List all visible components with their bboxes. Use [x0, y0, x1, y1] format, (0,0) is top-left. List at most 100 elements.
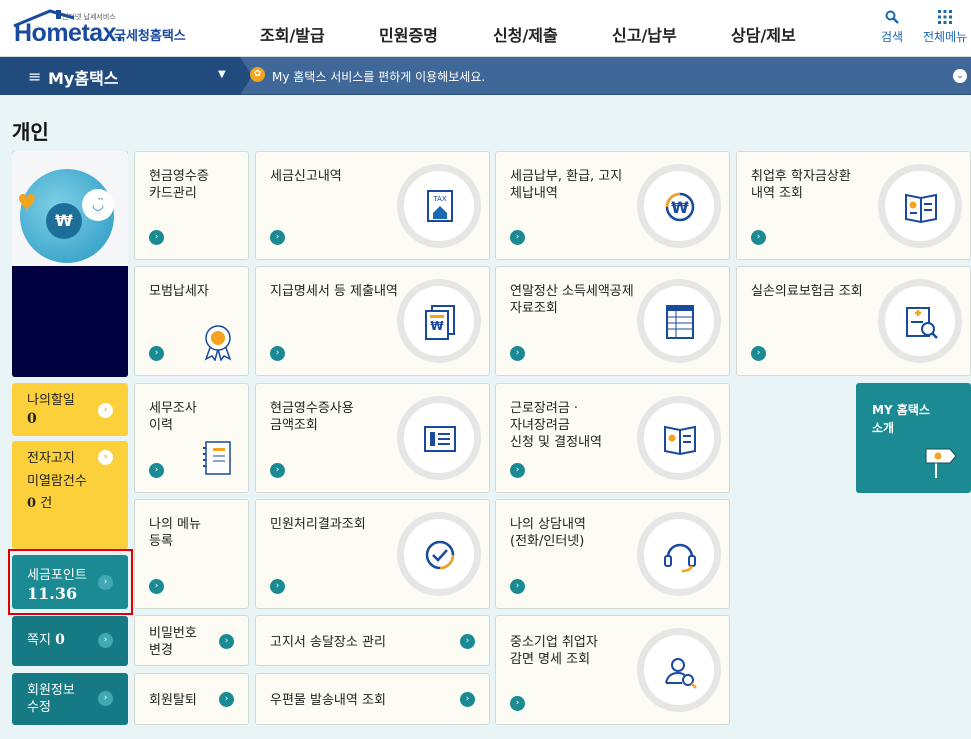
arrow-right-icon[interactable]: › [149, 579, 164, 594]
card-my-menu[interactable]: 나의 메뉴 등록 › [134, 499, 249, 609]
arrow-right-icon[interactable]: › [219, 634, 234, 649]
card-notice-address[interactable]: 고지서 송달장소 관리 › [255, 615, 490, 666]
won-coin-icon: ₩ [46, 203, 82, 239]
card-consulting-history[interactable]: 나의 상담내역 (전화/인터넷) › [495, 499, 730, 609]
card-cash-receipt-card[interactable]: 현금영수증 카드관리 › [134, 151, 249, 260]
arrow-right-icon[interactable]: › [149, 230, 164, 245]
card-cash-receipt-amount[interactable]: 현금영수증사용 금액조회 › [255, 383, 490, 493]
smile-face-icon: ◡̈ [82, 189, 114, 221]
arrow-right-icon[interactable]: › [98, 403, 113, 418]
grid-icon [923, 10, 967, 28]
card-sme-employee[interactable]: 중소기업 취업자 감면 명세 조회 › [495, 615, 730, 725]
arrow-right-icon[interactable]: › [751, 230, 766, 245]
card-model-taxpayer[interactable]: 모범납세자 › [134, 266, 249, 376]
card-medical-insurance[interactable]: 실손의료보험금 조회 › [736, 266, 971, 376]
logo-sub-text: 국세청홈택스 [114, 29, 186, 44]
card-payment-refund[interactable]: 세금납부, 환급, 고지 체납내역 › ₩ [495, 151, 730, 260]
arrow-right-icon[interactable]: › [460, 692, 475, 707]
stacked-documents-icon: ₩ [397, 279, 481, 363]
arrow-right-icon[interactable]: › [219, 692, 234, 707]
page-title: 개인 [12, 120, 49, 144]
arrow-right-icon[interactable]: › [270, 579, 285, 594]
highlight-box [8, 549, 133, 615]
my-hometax-menu[interactable]: ≡ My홈택스 ▼ [0, 57, 252, 95]
arrow-right-icon[interactable]: › [510, 579, 525, 594]
arrow-right-icon[interactable]: › [98, 633, 113, 648]
card-label: 세금신고내역 [270, 169, 342, 184]
card-mail-history[interactable]: 우편물 발송내역 조회 › [255, 673, 490, 725]
e-notice-box[interactable]: 전자고지 › 미열람건수 0 건 [12, 441, 128, 549]
arrow-right-icon[interactable]: › [510, 346, 525, 361]
my-hometax-title: My홈택스 [48, 69, 119, 88]
card-civil-result[interactable]: 민원처리결과조회 › [255, 499, 490, 609]
svg-text:₩: ₩ [430, 319, 444, 333]
svg-text:₩: ₩ [671, 198, 689, 217]
card-label: 회원탈퇴 [149, 693, 197, 708]
won-coin-icon: ₩ [637, 164, 721, 248]
arrow-right-icon[interactable]: › [270, 230, 285, 245]
unread-count-label: 미열람건수 [27, 474, 87, 489]
card-label: 나의 메뉴 등록 [149, 517, 201, 549]
todo-label: 나의할일 [27, 393, 75, 408]
svg-text:TAX: TAX [432, 195, 447, 203]
card-label: 비밀번호 변경 [149, 626, 197, 658]
arrow-right-icon[interactable]: › [149, 463, 164, 478]
all-menu-button[interactable]: 전체메뉴 [923, 10, 967, 45]
member-info-label: 회원정보 수정 [27, 683, 75, 715]
chevron-down-icon[interactable]: ⌄ [953, 69, 967, 83]
menu-consulting[interactable]: 상담/제보 [731, 22, 796, 46]
card-change-password[interactable]: 비밀번호 변경 › [134, 615, 249, 666]
card-student-loan[interactable]: 취업후 학자금상환 내역 조회 › [736, 151, 971, 260]
arrow-right-icon[interactable]: › [149, 346, 164, 361]
todo-count: 0 [27, 411, 37, 427]
arrow-right-icon[interactable]: › [510, 696, 525, 711]
card-withdraw-membership[interactable]: 회원탈퇴 › [134, 673, 249, 725]
card-label: 중소기업 취업자 감면 명세 조회 [510, 635, 598, 667]
card-payment-statement[interactable]: 지급명세서 등 제출내역 › ₩ [255, 266, 490, 376]
card-tax-report-history[interactable]: 세금신고내역 › TAX [255, 151, 490, 260]
signpost-icon [925, 448, 957, 478]
heart-icon: ♥ [17, 191, 37, 216]
arrow-right-icon[interactable]: › [98, 450, 113, 465]
card-label: 세무조사 이력 [149, 401, 197, 433]
arrow-right-icon[interactable]: › [510, 463, 525, 478]
card-label: 세금납부, 환급, 고지 체납내역 [510, 169, 623, 201]
card-label: 근로장려금 · 자녀장려금 신청 및 결정내역 [510, 401, 602, 450]
headset-icon [637, 512, 721, 596]
open-book-icon [878, 164, 962, 248]
arrow-right-icon[interactable]: › [510, 230, 525, 245]
arrow-right-icon[interactable]: › [751, 346, 766, 361]
dropdown-arrow-icon: ▼ [218, 69, 226, 80]
card-label: 우편물 발송내역 조회 [270, 693, 386, 708]
card-year-end-settlement[interactable]: 연말정산 소득세액공제 자료조회 › [495, 266, 730, 376]
card-tax-audit[interactable]: 세무조사 이력 › [134, 383, 249, 493]
search-icon [881, 10, 903, 28]
spreadsheet-icon [637, 279, 721, 363]
unread-count: 0 건 [27, 496, 53, 511]
search-button[interactable]: 검색 [881, 10, 903, 45]
open-book-icon [637, 396, 721, 480]
arrow-right-icon[interactable]: › [270, 346, 285, 361]
check-circle-icon [397, 512, 481, 596]
profile-banner: ₩ ◡̈ ♥ [12, 151, 128, 377]
arrow-right-icon[interactable]: › [270, 463, 285, 478]
menu-inquiry[interactable]: 조회/발급 [260, 22, 325, 46]
arrow-right-icon[interactable]: › [460, 634, 475, 649]
card-earned-income-credit[interactable]: 근로장려금 · 자녀장려금 신청 및 결정내역 › [495, 383, 730, 493]
card-label: 실손의료보험금 조회 [751, 284, 863, 299]
card-label: 지급명세서 등 제출내역 [270, 284, 398, 299]
menu-application[interactable]: 신청/제출 [493, 22, 558, 46]
arrow-right-icon[interactable]: › [98, 691, 113, 706]
memo-box[interactable]: 쪽지 0 › [12, 616, 128, 666]
my-hometax-intro[interactable]: MY 홈택스 소개 [856, 383, 971, 493]
card-label: 민원처리결과조회 [270, 517, 366, 532]
memo-label: 쪽지 0 [27, 632, 65, 648]
tax-document-icon: TAX [397, 164, 481, 248]
menu-report-payment[interactable]: 신고/납부 [612, 22, 677, 46]
todo-box[interactable]: 나의할일 0 › [12, 383, 128, 436]
card-label: 고지서 송달장소 관리 [270, 635, 386, 650]
menu-certificate[interactable]: 민원증명 [379, 22, 438, 46]
hometax-logo[interactable]: 인터넷 납세서비스 Hometax. 국세청홈택스 [12, 8, 202, 50]
member-info-box[interactable]: 회원정보 수정 › [12, 673, 128, 725]
card-label: 취업후 학자금상환 내역 조회 [751, 169, 851, 201]
